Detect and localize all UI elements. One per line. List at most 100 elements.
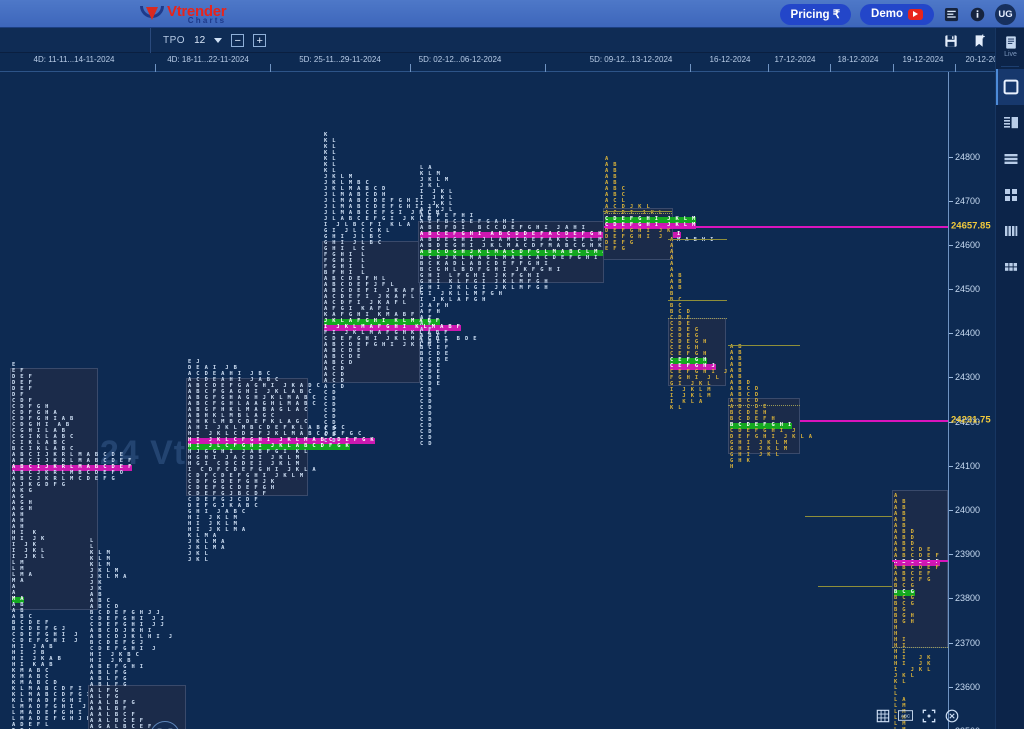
tpo-row: C D	[324, 438, 337, 444]
price-tick-mark	[949, 377, 953, 379]
rail-item-grid-layout[interactable]	[996, 249, 1024, 285]
date-tick: 4D: 18-11...22-11-2024	[167, 55, 249, 64]
date-separator	[410, 64, 411, 72]
date-tick: 16-12-2024	[709, 55, 751, 64]
profile-plot[interactable]: 2024 Vtrender EE FD E FD E FD E FD FC D …	[0, 72, 948, 729]
tpo-row: A G A L B C E F	[90, 724, 153, 729]
rail-caption-live: Live	[1004, 50, 1017, 58]
grid-3x3-icon	[1004, 263, 1017, 271]
pricing-button[interactable]: Pricing ₹	[779, 3, 852, 25]
price-tick-mark	[949, 598, 953, 600]
chart-footer-tools: ABC	[875, 708, 959, 723]
reference-level-line	[668, 318, 727, 319]
pricing-label: Pricing ₹	[790, 9, 841, 21]
tpo-mode-label: TPO	[163, 35, 186, 46]
grid-icon[interactable]	[875, 708, 890, 723]
reference-level-line	[604, 213, 672, 214]
date-separator	[545, 64, 546, 72]
app-root: Vtrender Charts Pricing ₹ Demo UG TPO 12…	[0, 0, 1024, 729]
price-tick-label: 23800	[955, 593, 981, 604]
date-tick: 4D: 11-11...14-11-2024	[33, 55, 115, 64]
date-tick: 5D: 25-11...29-11-2024	[299, 55, 381, 64]
rail-item-columns-layout[interactable]	[996, 213, 1024, 249]
tpo-row: C D	[420, 441, 433, 447]
info-icon[interactable]	[969, 6, 986, 23]
price-tick-mark	[949, 554, 953, 556]
header-actions: Pricing ₹ Demo UG	[779, 0, 1016, 28]
chart-canvas[interactable]: 4D: 11-11...14-11-2024 4D: 18-11...22-11-…	[0, 53, 995, 729]
date-separator	[690, 64, 691, 72]
brand-text: Vtrender Charts	[167, 4, 227, 25]
price-tick-mark	[949, 333, 953, 335]
reference-level-line	[728, 345, 800, 346]
price-axis[interactable]: 24800 24700 24600 24500 24400 24300 24200 24100…	[948, 72, 995, 729]
date-tick: 5D: 02-12...06-12-2024	[418, 55, 502, 64]
date-separator	[768, 64, 769, 72]
demo-label: Demo	[871, 8, 903, 20]
date-axis[interactable]: 4D: 11-11...14-11-2024 4D: 18-11...22-11-…	[0, 53, 995, 72]
price-level-label: 24231.75	[951, 414, 991, 426]
chart-toolbar: TPO 12 − +	[0, 28, 1024, 53]
expand-icon[interactable]	[921, 708, 936, 723]
price-tick-mark	[949, 289, 953, 291]
date-separator	[830, 64, 831, 72]
price-tick-mark	[949, 200, 953, 202]
price-tick-mark	[949, 465, 953, 467]
rail-item-split-pane[interactable]	[996, 105, 1024, 141]
price-tick-label: 23700	[955, 637, 981, 648]
columns-icon	[1004, 226, 1017, 236]
tpo-row: J K L	[188, 557, 209, 563]
price-tick-mark	[949, 244, 953, 246]
square-icon	[1003, 79, 1018, 95]
price-tick-label: 24500	[955, 284, 981, 295]
youtube-icon	[908, 8, 923, 20]
price-tick-label: 24300	[955, 372, 981, 383]
date-tick: 20-12-2024	[965, 55, 995, 64]
list-icon[interactable]	[943, 6, 960, 23]
right-rail: Live	[995, 28, 1024, 729]
abc-icon[interactable]: ABC	[898, 708, 913, 723]
zoom-in-button[interactable]: +	[253, 34, 267, 47]
save-icon[interactable]	[942, 32, 959, 49]
tpo-row: H	[730, 464, 735, 470]
zoom-out-button[interactable]: −	[231, 34, 245, 47]
rail-item-live[interactable]: Live	[996, 28, 1024, 64]
price-tick-mark	[949, 686, 953, 688]
grid-2x2-icon	[1004, 189, 1017, 201]
date-tick: 18-12-2024	[837, 55, 879, 64]
rail-item-single-pane[interactable]	[996, 69, 1024, 105]
demo-button[interactable]: Demo	[860, 3, 934, 25]
poc-level-line	[604, 226, 948, 228]
avatar[interactable]: UG	[995, 3, 1016, 25]
vtrender-logo-icon	[140, 4, 164, 24]
poc-level-line	[800, 420, 948, 422]
price-tick-label: 24700	[955, 195, 981, 206]
brand-logo[interactable]: Vtrender Charts	[140, 1, 227, 27]
rail-item-rows-layout[interactable]	[996, 141, 1024, 177]
bookmark-add-icon[interactable]	[971, 32, 988, 49]
period-value[interactable]: 12	[194, 35, 205, 46]
date-separator	[270, 64, 271, 72]
chevron-down-icon[interactable]	[214, 38, 223, 43]
price-tick-mark	[949, 642, 953, 644]
price-tick-label: 24400	[955, 328, 981, 339]
split-layout-icon	[1003, 117, 1018, 129]
price-tick-label: 24800	[955, 151, 981, 162]
price-tick-label: 24000	[955, 504, 981, 515]
price-tick-label: 24600	[955, 239, 981, 250]
date-separator	[955, 64, 956, 72]
reference-level-line	[805, 516, 892, 517]
rail-item-quad-layout[interactable]	[996, 177, 1024, 213]
app-header: Vtrender Charts Pricing ₹ Demo UG	[0, 0, 1024, 28]
reference-level-line	[818, 586, 892, 587]
close-circle-icon[interactable]	[944, 708, 959, 723]
reference-level-line	[668, 300, 727, 301]
price-tick-label: 23600	[955, 681, 981, 692]
price-tick-label: 24100	[955, 460, 981, 471]
document-icon	[1005, 35, 1016, 49]
avatar-initials: UG	[998, 8, 1013, 20]
tpo-row: K L	[670, 405, 683, 411]
tpo-row: E F G	[605, 246, 626, 252]
reference-level-line	[892, 647, 948, 648]
date-tick: 19-12-2024	[902, 55, 944, 64]
